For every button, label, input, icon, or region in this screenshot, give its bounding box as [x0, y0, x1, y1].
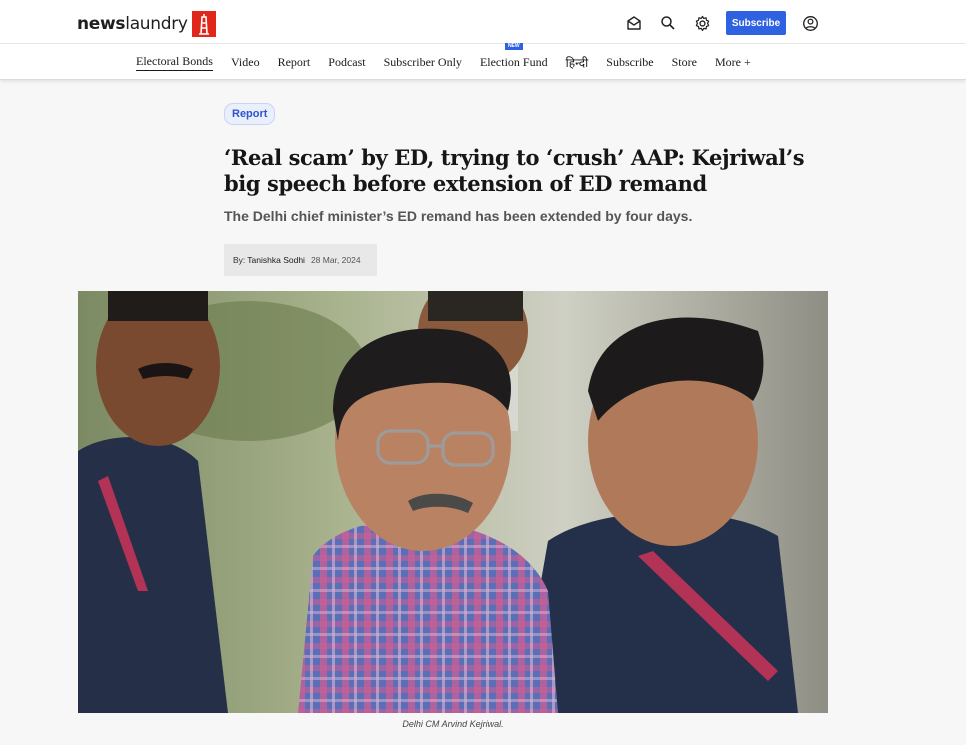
account-icon[interactable]: [800, 13, 820, 33]
site-logo[interactable]: newslaundry: [77, 11, 216, 37]
settings-icon[interactable]: [692, 13, 712, 33]
nav-item-podcast[interactable]: Podcast: [328, 55, 365, 70]
nav-item-election-fund[interactable]: NEW Election Fund: [479, 42, 548, 70]
logo-wordmark: newslaundry: [77, 14, 188, 34]
nav-item-electoral-bonds[interactable]: Electoral Bonds: [136, 54, 213, 71]
nav-item-hindi[interactable]: हिन्दी: [566, 54, 589, 71]
header-actions: Subscribe: [624, 11, 820, 35]
article-headline: ‘Real scam’ by ED, trying to ‘crush’ AAP…: [224, 145, 805, 196]
article-subheadline: The Delhi chief minister’s ED remand has…: [224, 208, 693, 224]
byline-prefix: By:: [233, 255, 246, 265]
nav-item-video[interactable]: Video: [231, 55, 260, 70]
category-tag[interactable]: Report: [224, 103, 276, 125]
author-link[interactable]: Tanishka Sodhi: [247, 255, 305, 265]
new-badge: NEW: [504, 42, 523, 50]
subscribe-button[interactable]: Subscribe: [726, 11, 786, 35]
main-nav: Electoral Bonds Video Report Podcast Sub…: [0, 42, 966, 80]
logo-tower-icon: [191, 11, 216, 37]
newsletter-icon[interactable]: [624, 13, 644, 33]
article-header: Report ‘Real scam’ by ED, trying to ‘cru…: [224, 103, 824, 276]
hero-image: [78, 291, 828, 713]
nav-item-subscribe[interactable]: Subscribe: [606, 55, 653, 70]
nav-item-report[interactable]: Report: [278, 55, 311, 70]
byline: By: Tanishka Sodhi 28 Mar, 2024: [224, 244, 377, 276]
search-icon[interactable]: [658, 13, 678, 33]
nav-item-more[interactable]: More +: [715, 55, 751, 70]
publish-date: 28 Mar, 2024: [310, 255, 361, 265]
nav-item-subscriber-only[interactable]: Subscriber Only: [384, 55, 462, 70]
image-caption: Delhi CM Arvind Kejriwal.: [402, 719, 504, 729]
nav-item-store[interactable]: Store: [672, 55, 697, 70]
top-header: newslaundry Subscribe: [0, 0, 966, 44]
nav-item-label: Election Fund: [479, 54, 548, 69]
